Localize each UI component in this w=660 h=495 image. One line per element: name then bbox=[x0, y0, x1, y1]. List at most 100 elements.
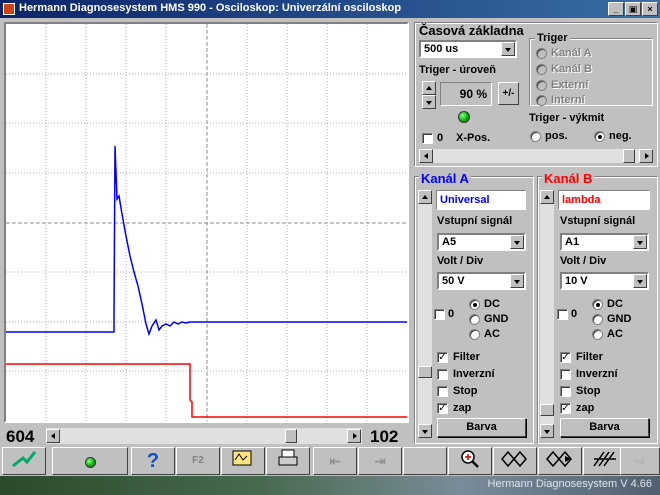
status-led-icon bbox=[458, 111, 470, 123]
run-status-button[interactable] bbox=[52, 447, 128, 475]
trigger-internal-label: Interní bbox=[551, 94, 585, 106]
trigger-source-b-radio[interactable] bbox=[536, 64, 547, 75]
trigger-source-a-radio[interactable] bbox=[536, 48, 547, 59]
channel-b-offset-up[interactable] bbox=[540, 190, 554, 204]
f2-icon[interactable]: F2 bbox=[176, 447, 220, 475]
scroll-left-button[interactable] bbox=[46, 429, 60, 443]
channel-b-filter-label: Filter bbox=[576, 351, 603, 363]
print-icon[interactable] bbox=[266, 447, 310, 475]
xpos-scroll-right[interactable] bbox=[639, 149, 653, 163]
wave-right-icon[interactable] bbox=[538, 447, 582, 475]
window-title: Hermann Diagnosesystem HMS 990 - Oscilos… bbox=[19, 2, 402, 14]
channel-b-on-label: zap bbox=[576, 402, 595, 414]
channel-b-color-button[interactable]: Barva bbox=[560, 418, 649, 437]
channel-a-header: Kanál A bbox=[419, 171, 471, 186]
oscilloscope-display[interactable] bbox=[4, 22, 409, 423]
xpos-offset-value: 0 bbox=[437, 132, 444, 144]
channel-b-offset-scrollbar[interactable] bbox=[540, 190, 554, 438]
trigger-internal-radio[interactable] bbox=[536, 95, 547, 106]
probe-icon[interactable] bbox=[2, 447, 46, 475]
channel-a-offset-up[interactable] bbox=[418, 190, 432, 204]
channel-a-color-button[interactable]: Barva bbox=[437, 418, 526, 437]
channel-a-gnd-radio[interactable] bbox=[469, 314, 480, 325]
xpos-scroll-left[interactable] bbox=[419, 149, 433, 163]
channel-b-gnd-label: GND bbox=[607, 313, 632, 325]
channel-b-ac-radio[interactable] bbox=[592, 329, 603, 340]
channel-a-volt-value: 50 V bbox=[442, 275, 465, 287]
arrow-right-icon[interactable]: ⇨ bbox=[620, 447, 660, 475]
slope-neg-radio[interactable] bbox=[594, 131, 605, 142]
channel-b-filter-checkbox[interactable]: ✓ bbox=[560, 352, 571, 363]
channel-b-on-checkbox[interactable]: ✓ bbox=[560, 403, 571, 414]
channel-b-offset-checkbox[interactable] bbox=[557, 309, 568, 320]
channel-a-on-checkbox[interactable]: ✓ bbox=[437, 403, 448, 414]
channel-b-ac-label: AC bbox=[607, 328, 623, 340]
channel-b-input-label: Vstupní signál bbox=[560, 215, 636, 227]
channel-a-offset-checkbox[interactable] bbox=[434, 309, 445, 320]
wave-left-icon[interactable] bbox=[493, 447, 537, 475]
channel-a-stop-label: Stop bbox=[453, 385, 478, 397]
channel-a-volt-label: Volt / Div bbox=[437, 255, 484, 267]
channel-a-name-input[interactable]: Universal bbox=[436, 190, 526, 210]
xpos-checkbox[interactable] bbox=[422, 133, 433, 144]
toolbar: ? F2 ⇤ ⇥ ⇨ bbox=[0, 446, 660, 476]
channel-a-filter-checkbox[interactable]: ✓ bbox=[437, 352, 448, 363]
channel-a-offset-scrollbar[interactable] bbox=[418, 190, 432, 438]
channel-a-offset-down[interactable] bbox=[418, 424, 432, 438]
help-icon[interactable]: ? bbox=[131, 447, 175, 475]
plus-minus-button[interactable]: +/- bbox=[498, 82, 519, 105]
channel-b-stop-label: Stop bbox=[576, 385, 601, 397]
title-bar: Hermann Diagnosesystem HMS 990 - Oscilos… bbox=[0, 0, 660, 18]
status-text: Hermann Diagnosesystem V 4.66 bbox=[487, 478, 652, 490]
spin-up-button[interactable] bbox=[422, 81, 436, 95]
channel-a-stop-checkbox[interactable] bbox=[437, 386, 448, 397]
channel-b-volt-label: Volt / Div bbox=[560, 255, 607, 267]
slope-pos-radio[interactable] bbox=[530, 131, 541, 142]
close-button[interactable]: × bbox=[642, 2, 658, 16]
maximize-button[interactable]: ▣ bbox=[625, 2, 641, 16]
channel-b-volt-select[interactable]: 10 V bbox=[560, 272, 649, 290]
channel-a-invert-label: Inverzní bbox=[453, 368, 495, 380]
minimize-button[interactable]: _ bbox=[608, 2, 624, 16]
trigger-external-radio[interactable] bbox=[536, 80, 547, 91]
right-readout: 102 bbox=[370, 427, 399, 446]
chevron-down-icon bbox=[633, 235, 647, 249]
channel-b-offset-thumb[interactable] bbox=[540, 404, 554, 416]
channel-a-ac-radio[interactable] bbox=[469, 329, 480, 340]
channel-b-gnd-radio[interactable] bbox=[592, 314, 603, 325]
channel-b-header: Kanál B bbox=[542, 171, 595, 186]
zoom-icon[interactable] bbox=[448, 447, 492, 475]
cursor-left-icon[interactable]: ⇤ bbox=[313, 447, 357, 475]
spin-down-button[interactable] bbox=[422, 95, 436, 109]
channel-b-offset-down[interactable] bbox=[540, 424, 554, 438]
channel-a-dc-radio[interactable] bbox=[469, 299, 480, 310]
channel-a-volt-select[interactable]: 50 V bbox=[437, 272, 526, 290]
chevron-down-icon bbox=[510, 235, 524, 249]
chevron-down-icon bbox=[510, 274, 524, 288]
scope-settings-icon[interactable] bbox=[221, 447, 265, 475]
channel-a-gnd-label: GND bbox=[484, 313, 509, 325]
xpos-label: X-Pos. bbox=[456, 132, 491, 144]
channel-a-input-select[interactable]: A5 bbox=[437, 233, 526, 251]
channel-a-offset-thumb[interactable] bbox=[418, 366, 432, 378]
channel-a-invert-checkbox[interactable] bbox=[437, 369, 448, 380]
xpos-scroll-thumb[interactable] bbox=[623, 149, 635, 163]
channel-b-dc-radio[interactable] bbox=[592, 299, 603, 310]
trigger-level-label: Triger - úroveň bbox=[419, 64, 497, 76]
channel-b-input-select[interactable]: A1 bbox=[560, 233, 649, 251]
blank-icon[interactable] bbox=[403, 447, 447, 475]
timebase-select[interactable]: 500 us bbox=[419, 40, 517, 58]
timebase-value: 500 us bbox=[424, 43, 459, 55]
xpos-scrollbar[interactable] bbox=[419, 149, 653, 163]
trigger-level-spinner[interactable] bbox=[422, 81, 436, 109]
horizontal-scrollbar[interactable] bbox=[46, 428, 362, 444]
channel-b-name-input[interactable]: lambda bbox=[558, 190, 650, 210]
cursor-right-icon[interactable]: ⇥ bbox=[358, 447, 402, 475]
trigger-slope-header: Triger - výkmit bbox=[529, 112, 605, 124]
channel-a-filter-label: Filter bbox=[453, 351, 480, 363]
scroll-right-button[interactable] bbox=[347, 429, 361, 443]
scroll-thumb[interactable] bbox=[285, 429, 297, 443]
scope-center-ticks bbox=[6, 24, 407, 421]
channel-b-stop-checkbox[interactable] bbox=[560, 386, 571, 397]
channel-b-invert-checkbox[interactable] bbox=[560, 369, 571, 380]
